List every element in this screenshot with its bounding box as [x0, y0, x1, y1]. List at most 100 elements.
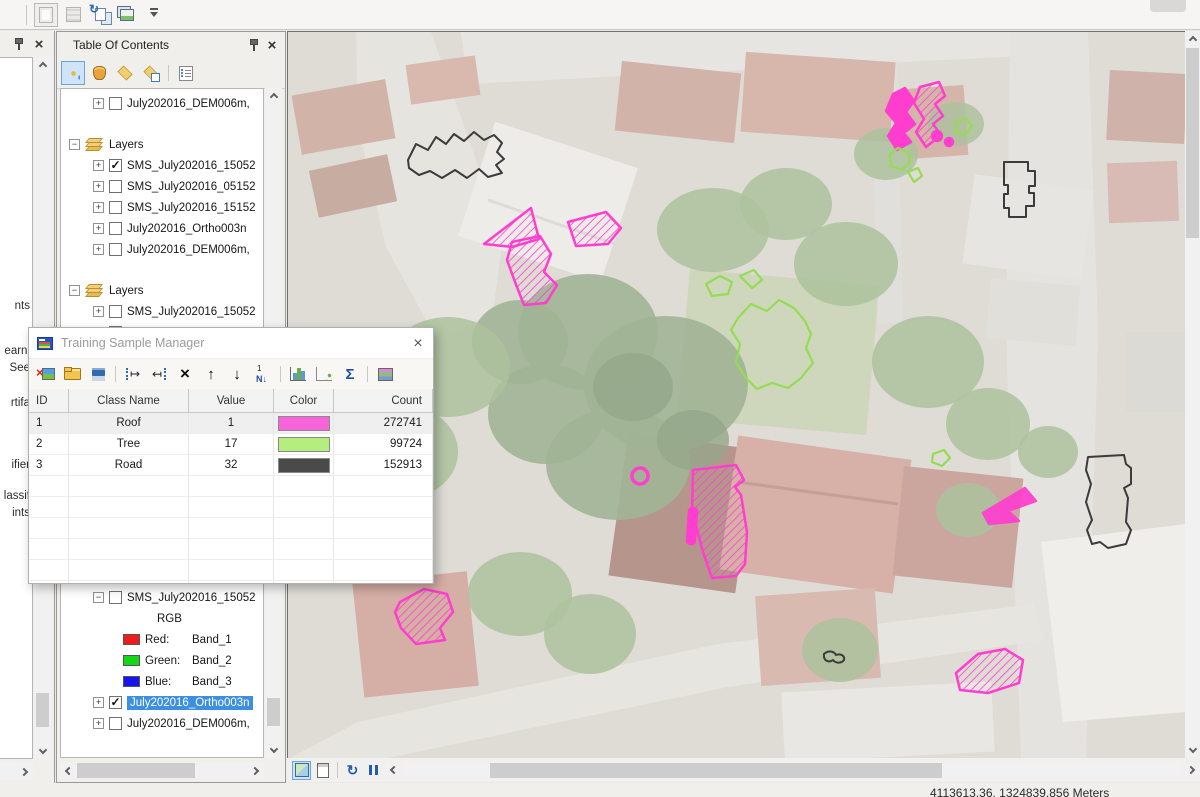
- layer-row[interactable]: + July202016_DEM006m,: [61, 239, 263, 260]
- delete-button[interactable]: [173, 362, 197, 386]
- scroll-down-button[interactable]: [35, 744, 50, 759]
- layer-visibility-checkbox[interactable]: [109, 243, 122, 256]
- layer-visibility-checkbox[interactable]: [109, 717, 122, 730]
- cell-color[interactable]: [274, 413, 334, 433]
- layer-row[interactable]: + July202016_DEM006m,: [61, 713, 263, 734]
- toc-horizontal-scrollbar[interactable]: [60, 762, 264, 779]
- save-button[interactable]: [86, 362, 110, 386]
- table-row[interactable]: 1Roof1272741: [29, 413, 433, 434]
- collapse-expander-icon[interactable]: −: [93, 592, 104, 603]
- list-by-selection-button[interactable]: [139, 61, 163, 85]
- table-empty-row[interactable]: [29, 581, 433, 583]
- pin-button[interactable]: [10, 35, 28, 53]
- layer-label[interactable]: SMS_July202016_15052: [127, 306, 256, 318]
- layer-row[interactable]: +✓SMS_July202016_15052: [61, 155, 263, 176]
- open-button[interactable]: [60, 362, 84, 386]
- clear-button[interactable]: [34, 362, 58, 386]
- signature-file-button[interactable]: [373, 362, 397, 386]
- map-horizontal-scrollbar[interactable]: [404, 762, 1181, 779]
- column-header-value[interactable]: Value: [189, 389, 274, 412]
- layer-group-row[interactable]: −Layers: [61, 280, 263, 301]
- close-button[interactable]: ×: [30, 35, 48, 53]
- cell-color[interactable]: [274, 434, 334, 454]
- scroll-up-button[interactable]: [35, 57, 50, 72]
- scroll-left-button[interactable]: [60, 763, 75, 778]
- layer-visibility-checkbox[interactable]: [109, 591, 122, 604]
- class-color-swatch[interactable]: [278, 458, 330, 473]
- class-color-swatch[interactable]: [278, 437, 330, 452]
- collapse-expander-icon[interactable]: +: [93, 202, 104, 213]
- options-button[interactable]: [174, 61, 198, 85]
- overflow-button[interactable]: [142, 3, 166, 27]
- table-row[interactable]: 3Road32152913: [29, 455, 433, 476]
- map-grid-button[interactable]: [61, 3, 85, 27]
- pause-button[interactable]: [364, 761, 383, 780]
- layer-row[interactable]: + July202016_DEM006m,: [61, 93, 263, 114]
- layer-label[interactable]: July202016_Ortho003n: [127, 223, 247, 235]
- map-vertical-scrollbar[interactable]: [1185, 31, 1200, 758]
- layer-visibility-checkbox[interactable]: ✓: [109, 159, 122, 172]
- scrollbar-thumb[interactable]: [1186, 48, 1199, 238]
- left-panel-horizontal-scrollbar[interactable]: [0, 763, 33, 780]
- data-view-button[interactable]: [292, 761, 311, 780]
- layout-view-button[interactable]: [313, 761, 332, 780]
- layer-row[interactable]: +SMS_July202016_15152: [61, 197, 263, 218]
- layer-visibility-checkbox[interactable]: [109, 222, 122, 235]
- page-preview-button[interactable]: [34, 3, 58, 27]
- map-scroll-right-button[interactable]: [1185, 763, 1200, 778]
- layer-row[interactable]: + SMS_July202016_05152: [61, 176, 263, 197]
- column-header-count[interactable]: Count: [334, 389, 433, 412]
- collapse-expander-icon[interactable]: +: [93, 697, 104, 708]
- collapse-expander-icon[interactable]: +: [93, 223, 104, 234]
- layer-row[interactable]: +SMS_July202016_15052: [61, 301, 263, 322]
- dialog-title-bar[interactable]: Training Sample Manager ×: [29, 328, 433, 358]
- layer-label[interactable]: SMS_July202016_15052: [127, 592, 256, 604]
- scatterplots-button[interactable]: [312, 362, 336, 386]
- collapse-expander-icon[interactable]: +: [93, 181, 104, 192]
- scroll-up-button[interactable]: [266, 88, 281, 103]
- list-by-drawing-order-button[interactable]: [61, 61, 85, 85]
- table-empty-row[interactable]: [29, 497, 433, 518]
- layer-label[interactable]: SMS_July202016_15052: [127, 160, 256, 172]
- merge-button[interactable]: [121, 362, 145, 386]
- column-header-color[interactable]: Color: [274, 389, 334, 412]
- layer-label[interactable]: July202016_DEM006m,: [127, 98, 250, 110]
- split-button[interactable]: [147, 362, 171, 386]
- refresh-button[interactable]: [343, 761, 362, 780]
- scroll-right-button[interactable]: [18, 764, 33, 779]
- layer-visibility-checkbox[interactable]: ✓: [109, 696, 122, 709]
- table-empty-row[interactable]: [29, 539, 433, 560]
- layer-visibility-checkbox[interactable]: [109, 180, 122, 193]
- scrollbar-thumb[interactable]: [36, 693, 49, 727]
- table-empty-row[interactable]: [29, 560, 433, 581]
- layer-label[interactable]: SMS_July202016_05152: [127, 181, 256, 193]
- close-button[interactable]: ×: [263, 36, 281, 54]
- pin-button[interactable]: [245, 36, 263, 54]
- collapse-expander-icon[interactable]: +: [93, 98, 104, 109]
- layer-label[interactable]: July202016_DEM006m,: [127, 244, 250, 256]
- collapse-expander-icon[interactable]: +: [93, 718, 104, 729]
- table-row[interactable]: 2Tree1799724: [29, 434, 433, 455]
- layer-visibility-checkbox[interactable]: [109, 97, 122, 110]
- layer-label[interactable]: July202016_Ortho003n: [127, 696, 253, 710]
- class-color-swatch[interactable]: [278, 416, 330, 431]
- statistics-button[interactable]: [338, 362, 362, 386]
- scrollbar-thumb[interactable]: [267, 698, 280, 726]
- renumber-button[interactable]: [251, 362, 275, 386]
- list-by-visibility-button[interactable]: [113, 61, 137, 85]
- dialog-close-button[interactable]: ×: [409, 334, 427, 352]
- swap-pages-button[interactable]: [88, 3, 112, 27]
- layer-visibility-checkbox[interactable]: [109, 305, 122, 318]
- layer-row[interactable]: − SMS_July202016_15052: [61, 587, 263, 608]
- collapse-expander-icon[interactable]: −: [69, 285, 80, 296]
- layer-visibility-checkbox[interactable]: [109, 201, 122, 214]
- cell-color[interactable]: [274, 455, 334, 475]
- move-up-button[interactable]: [199, 362, 223, 386]
- layer-label[interactable]: July202016_DEM006m,: [127, 718, 250, 730]
- scroll-down-button[interactable]: [266, 743, 281, 758]
- column-header-id[interactable]: ID: [29, 389, 69, 412]
- table-empty-row[interactable]: [29, 476, 433, 497]
- layer-row[interactable]: + July202016_Ortho003n: [61, 218, 263, 239]
- scroll-right-button[interactable]: [249, 763, 264, 778]
- collapse-expander-icon[interactable]: +: [93, 244, 104, 255]
